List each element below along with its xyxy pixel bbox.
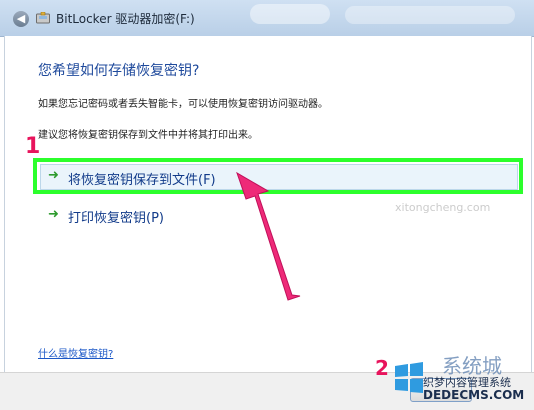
windows-logo-icon [395, 362, 423, 393]
watermark-logo [395, 362, 423, 393]
watermark-url: DEDECMS.COM [423, 388, 525, 402]
